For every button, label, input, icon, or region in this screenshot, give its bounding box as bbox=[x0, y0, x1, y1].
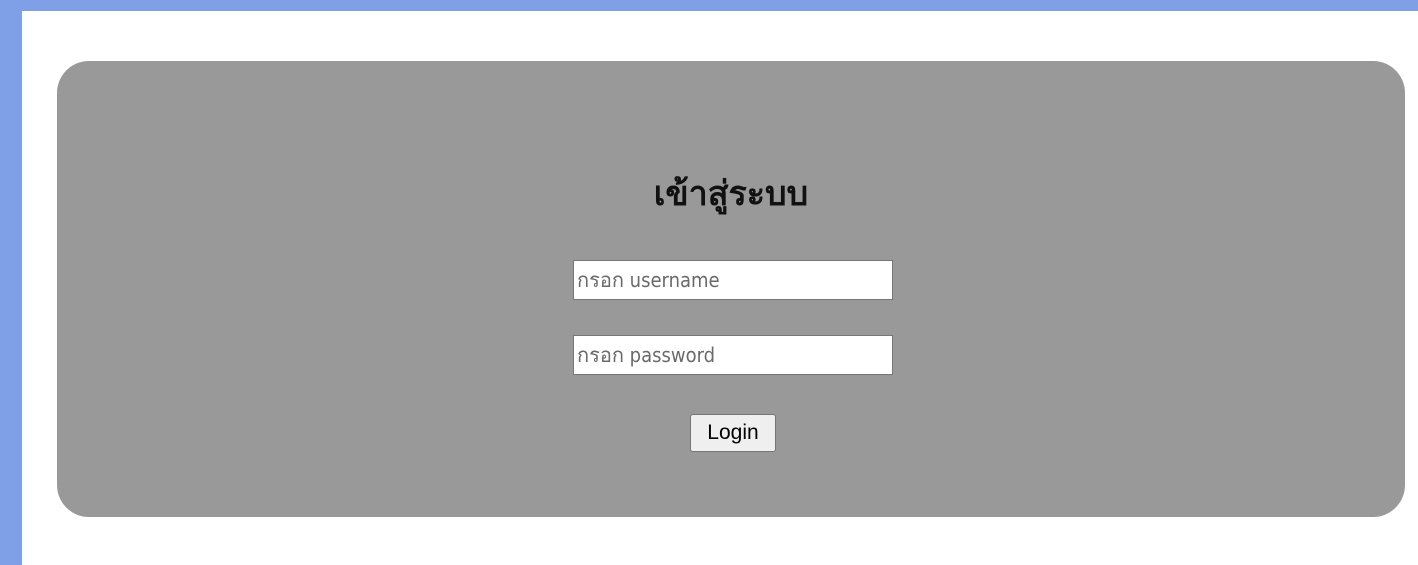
page-title: เข้าสู่ระบบ bbox=[653, 174, 809, 214]
password-input[interactable] bbox=[573, 335, 893, 375]
login-button[interactable]: Login bbox=[690, 414, 776, 452]
page-content: เข้าสู่ระบบ Login bbox=[22, 11, 1418, 565]
username-input[interactable] bbox=[573, 260, 893, 300]
login-panel: เข้าสู่ระบบ Login bbox=[57, 61, 1405, 517]
